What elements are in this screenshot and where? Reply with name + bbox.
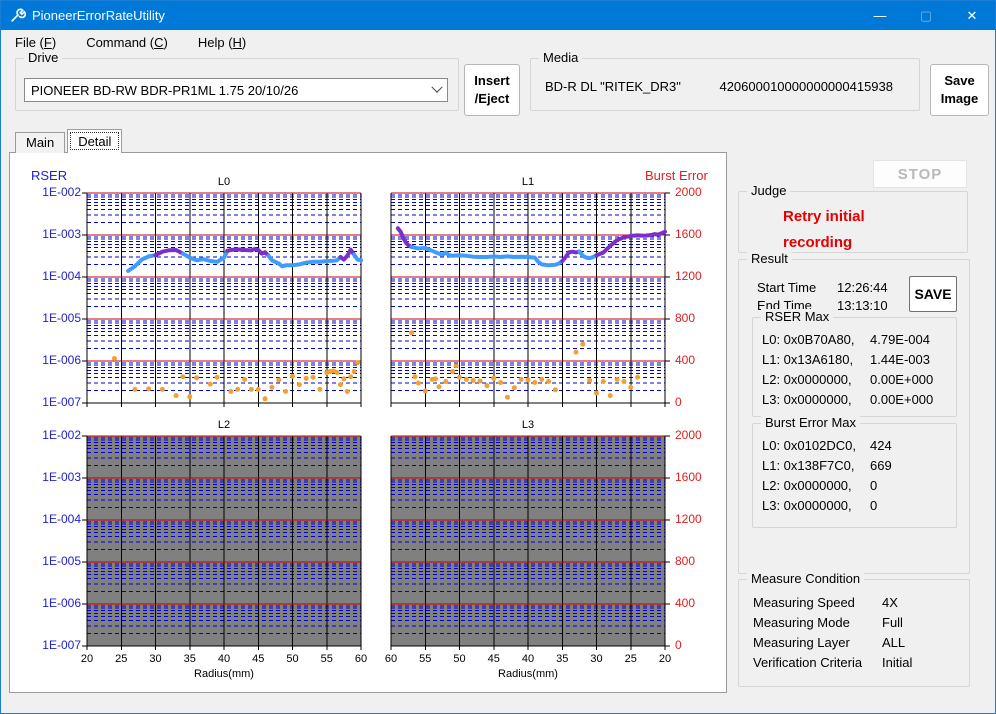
close-button[interactable]: ✕ bbox=[949, 1, 995, 30]
result-group: Result Start Time 12:26:44 End Time 13:1… bbox=[738, 259, 970, 574]
detail-tab-panel bbox=[9, 152, 727, 693]
measuring-speed-value: 4X bbox=[882, 595, 898, 610]
end-time-value: 13:13:10 bbox=[837, 298, 888, 313]
wrench-icon bbox=[9, 7, 26, 24]
start-time-value: 12:26:44 bbox=[837, 280, 888, 295]
measuring-mode-label: Measuring Mode bbox=[753, 615, 850, 630]
burst-error-max-group: Burst Error Max L0: 0x0102DC0,424 L1: 0x… bbox=[752, 423, 957, 528]
chevron-down-icon bbox=[431, 82, 442, 93]
rser-max-row-l3: L3: 0x0000000,0.00E+000 bbox=[762, 392, 952, 407]
result-group-label: Result bbox=[747, 251, 792, 267]
menu-bar: File (F) Command (C) Help (H) bbox=[1, 30, 995, 54]
measure-condition-group: Measure Condition Measuring Speed 4X Mea… bbox=[738, 579, 970, 687]
rser-max-row-l1: L1: 0x13A6180,1.44E-003 bbox=[762, 352, 952, 367]
burst-max-row-l2: L2: 0x0000000,0 bbox=[762, 478, 952, 493]
save-button[interactable]: SAVE bbox=[909, 276, 957, 312]
judge-result-text: Retry initial recording bbox=[783, 204, 865, 256]
tab-detail[interactable]: Detail bbox=[67, 129, 122, 153]
rser-max-row-l2: L2: 0x0000000,0.00E+000 bbox=[762, 372, 952, 387]
burst-max-row-l1: L1: 0x138F7C0,669 bbox=[762, 458, 952, 473]
stop-button[interactable]: STOP bbox=[873, 160, 967, 188]
judge-group: Judge Retry initial recording bbox=[738, 191, 968, 253]
rser-max-label: RSER Max bbox=[761, 309, 833, 325]
menu-file[interactable]: File (F) bbox=[15, 35, 56, 50]
rser-max-group: RSER Max L0: 0x0B70A80,4.79E-004 L1: 0x1… bbox=[752, 317, 957, 417]
title-bar: PioneerErrorRateUtility — ▢ ✕ bbox=[1, 1, 995, 30]
measuring-layer-value: ALL bbox=[882, 635, 905, 650]
burst-max-row-l3: L3: 0x0000000,0 bbox=[762, 498, 952, 513]
measuring-mode-value: Full bbox=[882, 615, 903, 630]
burst-error-max-label: Burst Error Max bbox=[761, 415, 860, 431]
menu-command[interactable]: Command (C) bbox=[86, 35, 168, 50]
media-serial: 420600010000000000415938 bbox=[719, 79, 909, 94]
verification-criteria-label: Verification Criteria bbox=[753, 655, 862, 670]
drive-group: Drive PIONEER BD-RW BDR-PR1ML 1.75 20/10… bbox=[15, 58, 459, 111]
verification-criteria-value: Initial bbox=[882, 655, 912, 670]
media-type: BD-R DL "RITEK_DR3" bbox=[545, 79, 681, 94]
burst-max-row-l0: L0: 0x0102DC0,424 bbox=[762, 438, 952, 453]
minimize-button[interactable]: — bbox=[857, 1, 903, 30]
drive-combobox[interactable]: PIONEER BD-RW BDR-PR1ML 1.75 20/10/26 bbox=[24, 78, 448, 102]
maximize-button[interactable]: ▢ bbox=[903, 1, 949, 30]
media-group: Media BD-R DL "RITEK_DR3" 42060001000000… bbox=[530, 58, 920, 111]
measure-condition-label: Measure Condition bbox=[747, 571, 864, 587]
tab-main[interactable]: Main bbox=[15, 132, 65, 153]
start-time-label: Start Time bbox=[757, 280, 816, 295]
rser-max-row-l0: L0: 0x0B70A80,4.79E-004 bbox=[762, 332, 952, 347]
measuring-layer-label: Measuring Layer bbox=[753, 635, 850, 650]
judge-group-label: Judge bbox=[747, 183, 790, 199]
drive-group-label: Drive bbox=[24, 50, 62, 66]
media-group-label: Media bbox=[539, 50, 582, 66]
menu-help[interactable]: Help (H) bbox=[198, 35, 246, 50]
tab-strip: Main Detail bbox=[15, 129, 124, 153]
save-image-button[interactable]: Save Image bbox=[930, 64, 989, 116]
insert-eject-button[interactable]: Insert /Eject bbox=[464, 64, 520, 116]
window-title: PioneerErrorRateUtility bbox=[32, 8, 165, 23]
drive-combobox-value: PIONEER BD-RW BDR-PR1ML 1.75 20/10/26 bbox=[31, 83, 298, 98]
measuring-speed-label: Measuring Speed bbox=[753, 595, 855, 610]
app-window: PioneerErrorRateUtility — ▢ ✕ File (F) C… bbox=[0, 0, 996, 714]
